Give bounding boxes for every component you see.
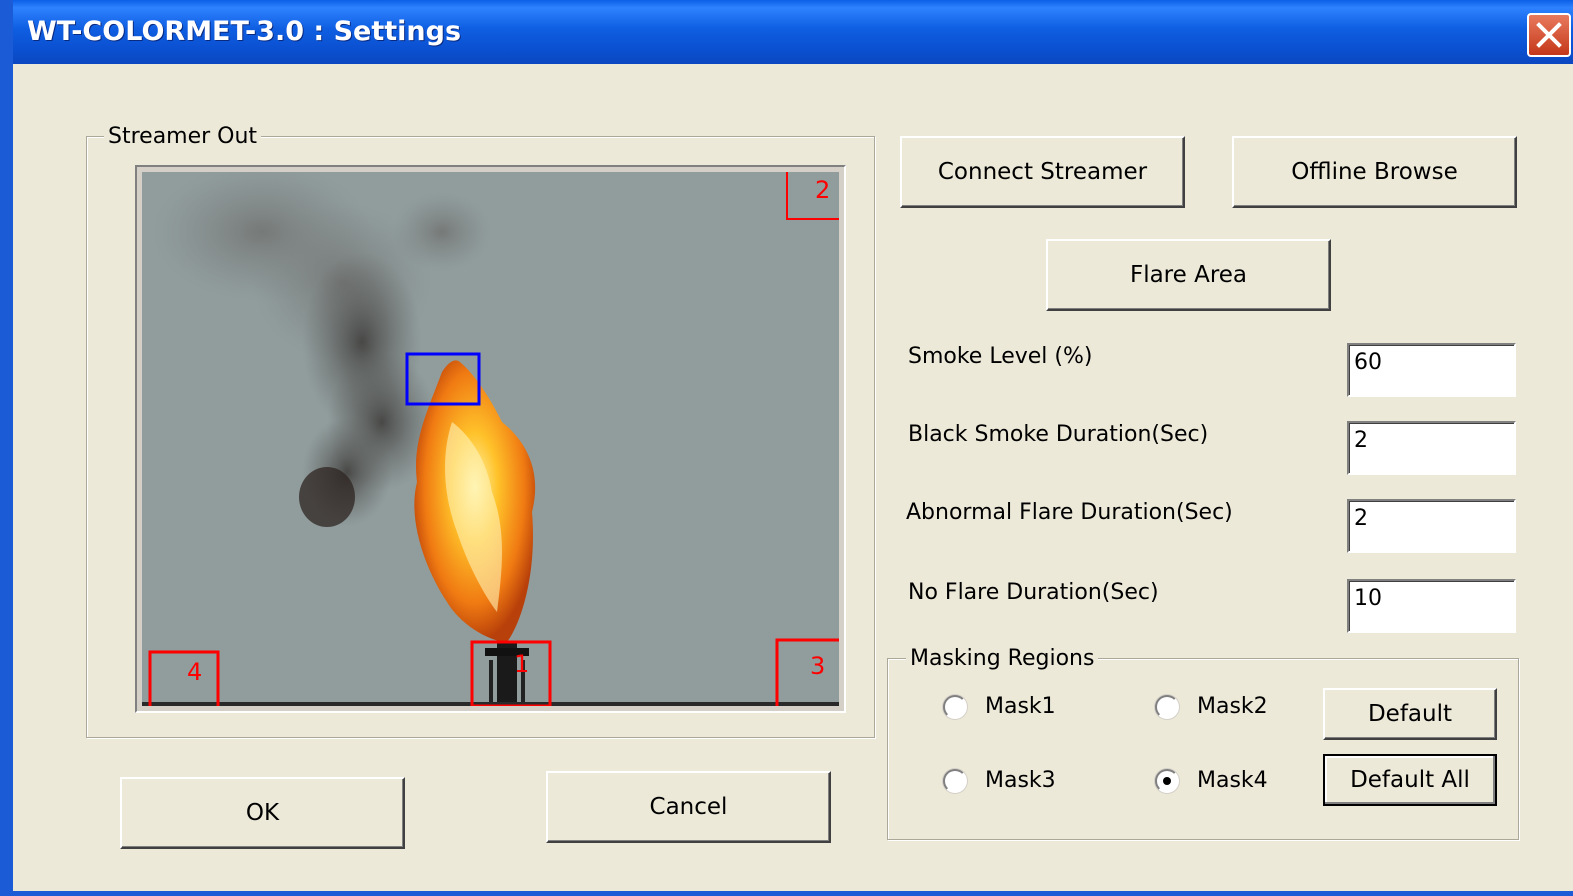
no-flare-duration-field[interactable]: 10 [1347, 579, 1516, 633]
mask1-radio[interactable]: Mask1 [943, 694, 1056, 719]
smoke-level-label: Smoke Level (%) [908, 344, 1093, 369]
region-label-2: 2 [815, 176, 830, 204]
mask3-radio-circle[interactable] [943, 768, 967, 793]
masking-regions-group [887, 658, 1519, 840]
streamer-out-label: Streamer Out [104, 124, 262, 149]
connect-streamer-button[interactable]: Connect Streamer [900, 136, 1185, 208]
close-icon [1536, 22, 1562, 48]
masking-regions-label: Masking Regions [906, 646, 1099, 671]
mask1-label: Mask1 [985, 694, 1056, 719]
region-label-4: 4 [187, 658, 202, 686]
streamer-video[interactable]: 2 1 3 4 [135, 165, 846, 713]
ok-button[interactable]: OK [120, 777, 405, 849]
abnormal-flare-duration-label: Abnormal Flare Duration(Sec) [906, 500, 1233, 525]
black-smoke-duration-field[interactable]: 2 [1347, 421, 1516, 475]
cancel-button[interactable]: Cancel [546, 771, 831, 843]
mask4-radio[interactable]: Mask4 [1155, 768, 1268, 793]
region-label-1: 1 [514, 650, 529, 678]
window-title: WT-COLORMET-3.0 : Settings [27, 16, 462, 47]
no-flare-duration-label: No Flare Duration(Sec) [908, 580, 1159, 605]
mask3-label: Mask3 [985, 768, 1056, 793]
flare-video-frame: 2 1 3 4 [142, 172, 839, 706]
mask4-label: Mask4 [1197, 768, 1268, 793]
mask2-radio-circle[interactable] [1155, 694, 1179, 719]
offline-browse-button[interactable]: Offline Browse [1232, 136, 1517, 208]
default-button[interactable]: Default [1323, 688, 1497, 740]
mask1-radio-circle[interactable] [943, 694, 967, 719]
abnormal-flare-duration-field[interactable]: 2 [1347, 499, 1516, 553]
flare-area-button[interactable]: Flare Area [1046, 239, 1331, 311]
settings-dialog: WT-COLORMET-3.0 : Settings Streamer Out [0, 0, 1573, 896]
region-label-3: 3 [810, 652, 825, 680]
black-smoke-duration-label: Black Smoke Duration(Sec) [908, 422, 1209, 447]
title-bar[interactable]: WT-COLORMET-3.0 : Settings [13, 0, 1573, 64]
mask4-radio-circle[interactable] [1155, 768, 1179, 793]
radio-selected-dot [1163, 776, 1171, 785]
close-button[interactable] [1527, 13, 1571, 57]
mask2-label: Mask2 [1197, 694, 1268, 719]
mask2-radio[interactable]: Mask2 [1155, 694, 1268, 719]
default-all-button[interactable]: Default All [1323, 754, 1497, 806]
smoke-level-field[interactable]: 60 [1347, 343, 1516, 397]
mask3-radio[interactable]: Mask3 [943, 768, 1056, 793]
